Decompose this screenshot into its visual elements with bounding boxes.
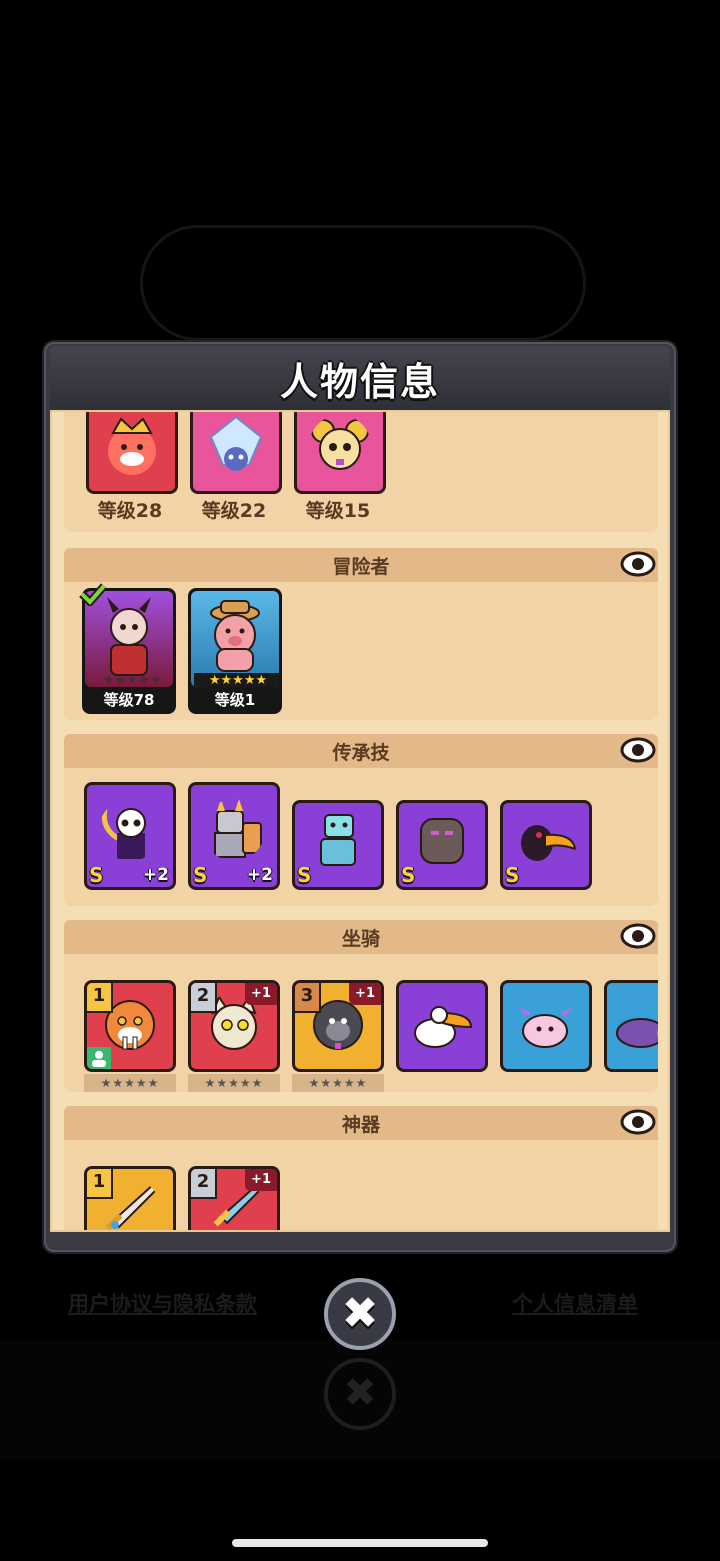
modal-header: 人物信息 (50, 346, 670, 410)
close-button[interactable]: ✖ (324, 1278, 396, 1350)
grade-label: S (505, 863, 520, 887)
eye-icon[interactable] (620, 735, 656, 765)
toucan-bird-icon (521, 825, 577, 861)
home-indicator[interactable] (232, 1539, 488, 1547)
artifacts-section: 神器 1 2 +1 (64, 1106, 658, 1230)
pet-level-label: 等级22 (201, 500, 267, 522)
adventurer-card[interactable]: ★★★★★ 等级78 (79, 583, 176, 714)
section-title: 冒险者 (332, 555, 390, 578)
ice-golem-icon (320, 814, 356, 866)
personal-info-list-link[interactable]: 个人信息清单 (512, 1288, 638, 1318)
armored-knight-icon (214, 799, 262, 858)
mount-card[interactable]: 1 (84, 980, 176, 1072)
stars-rating: ★★★★★ (292, 1074, 384, 1092)
background-top-bar (0, 95, 720, 185)
background-ring (140, 225, 586, 341)
modal-title: 人物信息 (279, 359, 440, 404)
rank-badge: 1 (87, 983, 113, 1013)
pets-section: 等级28 等级22 等级15 (64, 412, 658, 532)
section-title: 神器 (341, 1113, 380, 1136)
user-agreement-link[interactable]: 用户协议与隐私条款 (68, 1288, 257, 1318)
mount-card[interactable] (604, 980, 658, 1072)
grade-label: S (193, 863, 208, 887)
eye-icon[interactable] (620, 1107, 656, 1137)
eye-icon[interactable] (620, 921, 656, 951)
section-header: 冒险者 (64, 548, 658, 582)
rank-badge: 3 (295, 983, 321, 1013)
adventurer-section: 冒险者 ★★★★★ 等级78 ★★★★★ 等级1 (64, 548, 658, 720)
plus-level: +2 (246, 865, 273, 885)
skill-card[interactable]: S +2 (84, 782, 176, 890)
stars-rating: ★★★★★ (102, 673, 162, 687)
stars-rating: ★★★★★ (194, 673, 279, 687)
skill-card[interactable]: S (500, 800, 592, 890)
skill-card[interactable]: S (292, 800, 384, 890)
stone-golem-icon (420, 818, 464, 864)
ice-crystal-creature-icon (209, 415, 263, 471)
pet-level-label: 等级15 (305, 500, 371, 522)
section-title: 传承技 (332, 741, 390, 764)
section-header: 传承技 (64, 734, 658, 768)
skill-card[interactable]: S (396, 800, 488, 890)
section-title: 坐骑 (341, 927, 380, 950)
grade-label: S (297, 863, 312, 887)
checkmark-icon (79, 583, 108, 606)
mount-card[interactable]: 2 +1 (188, 980, 280, 1072)
turtle-icon (616, 1018, 658, 1048)
background-close-icon: ✖ (324, 1358, 396, 1430)
mounts-section: 坐骑 1 ★★★★★ 2 +1 ★★★★★ 3 +1 ★★★★★ (64, 920, 658, 1092)
grade-label: S (89, 863, 104, 887)
stars-rating: ★★★★★ (84, 1074, 176, 1092)
mount-card[interactable]: 3 +1 (292, 980, 384, 1072)
rank-badge: 2 (191, 1169, 217, 1199)
pet-card-ice-crystal[interactable] (190, 412, 282, 494)
plus-level: +1 (245, 983, 277, 1005)
close-icon: ✖ (341, 1288, 379, 1339)
plus-level: +1 (349, 983, 381, 1005)
modal-scroll-area[interactable]: 等级28 等级22 等级15 冒险者 ★★★★★ 等级78 ★★★★★ 等级1 … (50, 410, 670, 1232)
skull-reaper-icon (101, 808, 146, 859)
section-header: 坐骑 (64, 920, 658, 954)
section-header: 神器 (64, 1106, 658, 1140)
axolotl-icon (519, 1007, 573, 1048)
artifact-card[interactable]: 1 (84, 1166, 176, 1230)
adventurer-card[interactable]: ★★★★★ 等级1 (188, 588, 282, 714)
skill-card[interactable]: S +2 (188, 782, 280, 890)
rank-badge: 2 (191, 983, 217, 1013)
legacy-skills-section: 传承技 S +2 S +2 S S S (64, 734, 658, 906)
mount-card[interactable] (396, 980, 488, 1072)
stars-rating: ★★★★★ (188, 1074, 280, 1092)
red-king-creature-icon (108, 417, 156, 475)
mount-card[interactable] (500, 980, 592, 1072)
eye-icon[interactable] (620, 549, 656, 579)
pet-card-golden-mouse[interactable] (294, 412, 386, 494)
grade-label: S (401, 863, 416, 887)
pet-level-label: 等级28 (97, 500, 163, 522)
adventurer-level: 等级1 (214, 691, 256, 709)
adventurer-level: 等级78 (103, 691, 155, 709)
artifact-card[interactable]: 2 +1 (188, 1166, 280, 1230)
rank-badge: 1 (87, 1169, 113, 1199)
golden-mouse-creature-icon (311, 419, 369, 470)
plus-level: +2 (142, 865, 169, 885)
plus-level: +1 (245, 1169, 277, 1191)
person-icon (87, 1047, 111, 1069)
pet-card-red-king[interactable] (86, 412, 178, 494)
pelican-icon (414, 1006, 473, 1048)
character-info-modal: 人物信息 等级28 等级22 等级15 冒险者 ★★★★★ 等级78 ★★★★★… (44, 342, 676, 1252)
